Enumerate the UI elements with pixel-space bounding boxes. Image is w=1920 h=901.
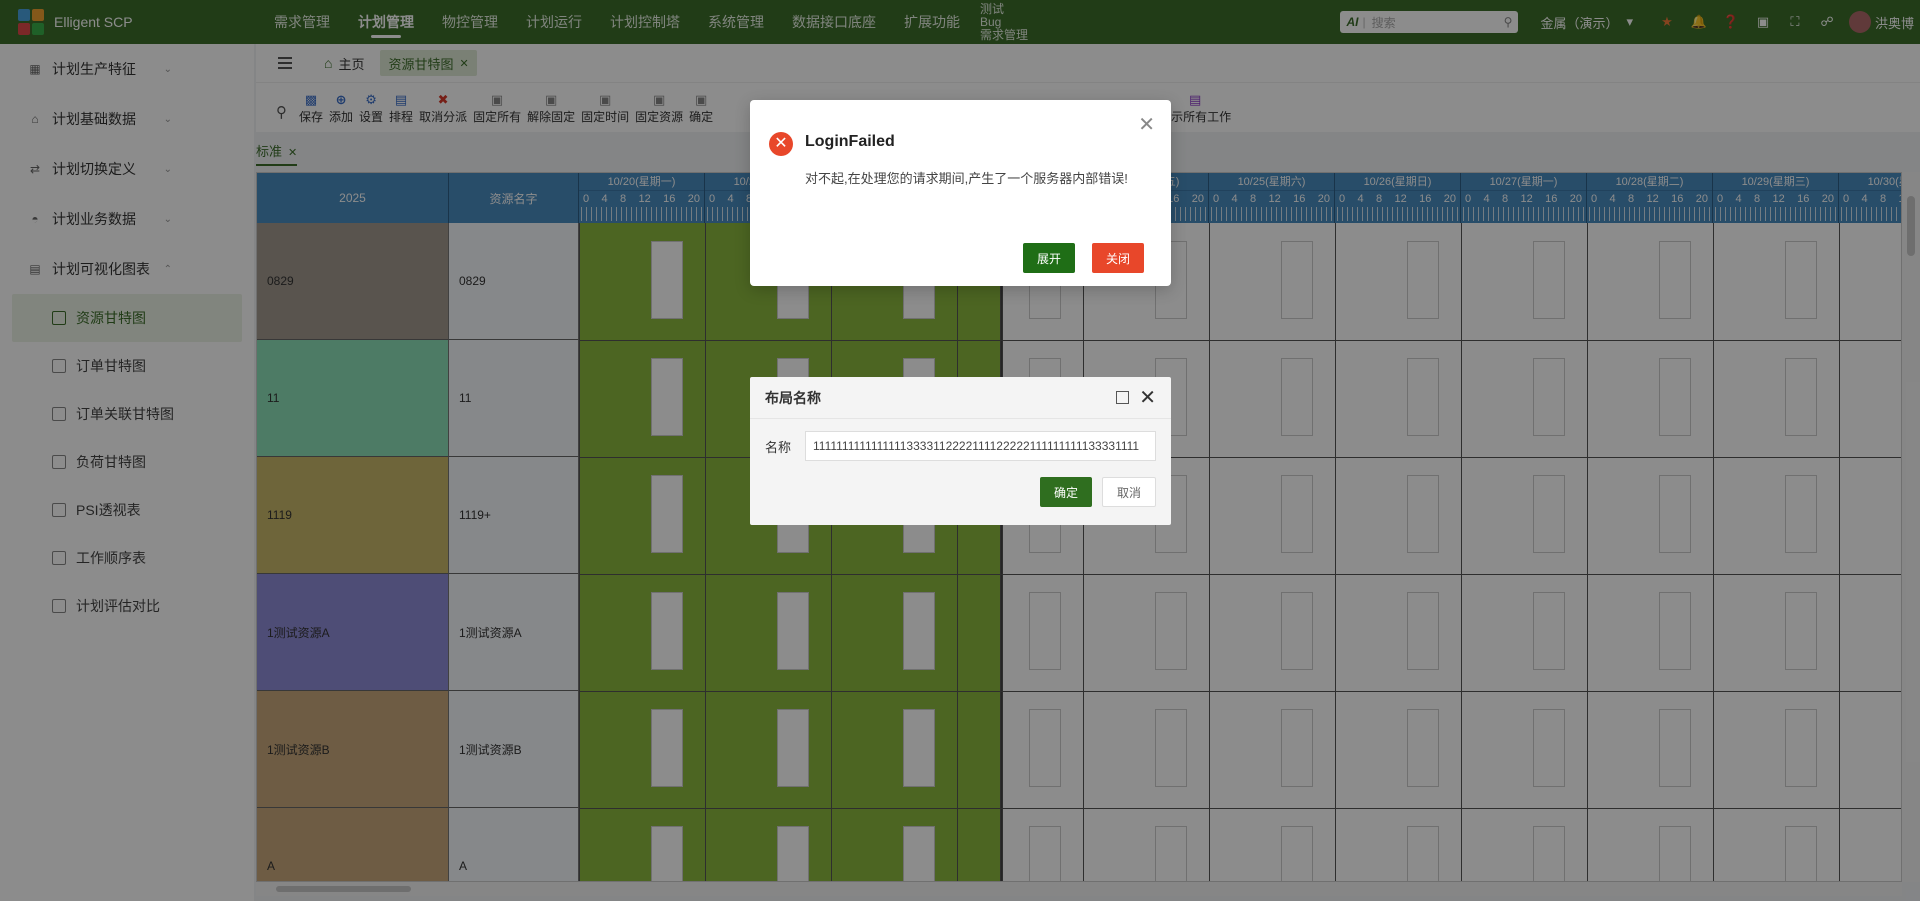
- name-row: 名称 1111111111111111333311222211112222211…: [750, 431, 1171, 461]
- layout-name-dialog: 布局名称 ✕ 名称 111111111111111133331122221111…: [750, 377, 1171, 525]
- error-title: LoginFailed: [805, 133, 895, 150]
- close-button[interactable]: 关闭: [1092, 243, 1145, 273]
- dialog-header: 布局名称 ✕: [750, 377, 1171, 419]
- close-icon[interactable]: ✕: [1139, 388, 1156, 408]
- dialog-buttons: 确定 取消: [750, 477, 1171, 507]
- error-icon: ✕: [769, 132, 793, 156]
- maximize-icon[interactable]: [1116, 391, 1130, 404]
- ok-button[interactable]: 确定: [1039, 477, 1092, 507]
- expand-button[interactable]: 展开: [1023, 243, 1076, 273]
- layout-name-input[interactable]: 1111111111111111333311222211112222211111…: [805, 431, 1156, 461]
- cancel-button[interactable]: 取消: [1101, 477, 1156, 507]
- dialog-title: 布局名称: [765, 389, 821, 406]
- error-message: 对不起,在处理您的请求期间,产生了一个服务器内部错误!: [805, 171, 1128, 186]
- name-label: 名称: [765, 439, 792, 455]
- close-icon[interactable]: ✕: [1138, 112, 1155, 137]
- error-dialog: ✕ LoginFailed 对不起,在处理您的请求期间,产生了一个服务器内部错误…: [750, 100, 1171, 286]
